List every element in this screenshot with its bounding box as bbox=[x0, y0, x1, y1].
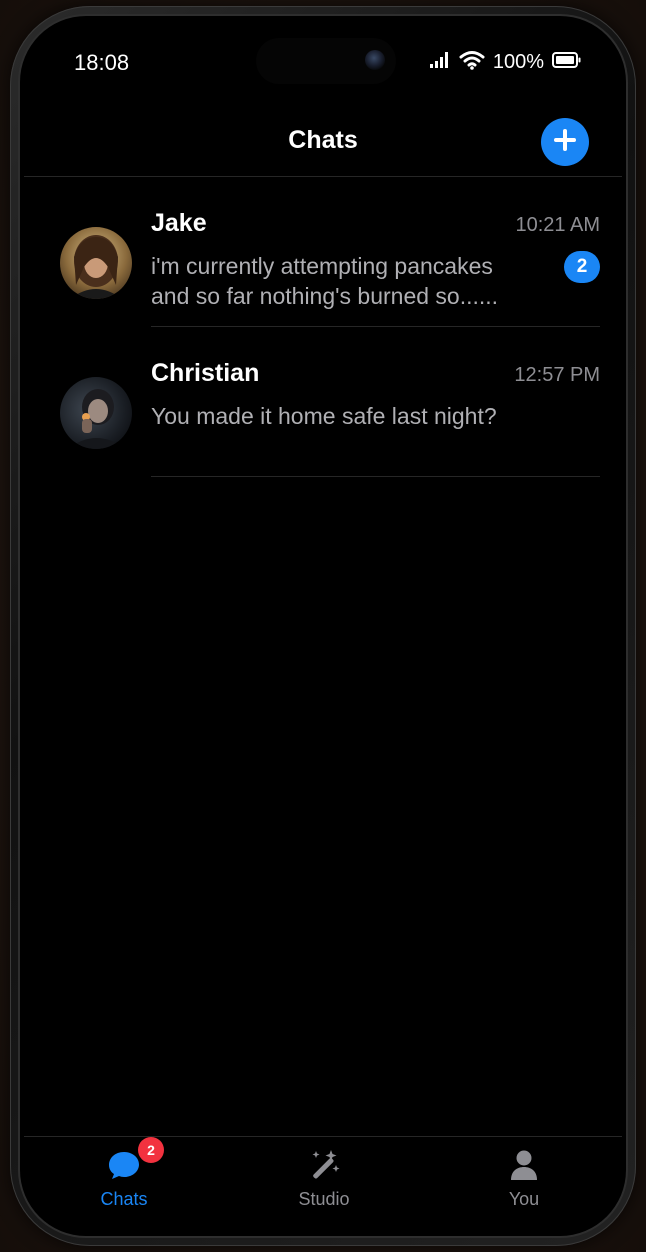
chats-header: Chats bbox=[24, 108, 622, 177]
row-divider bbox=[151, 476, 600, 477]
status-time: 18:08 bbox=[74, 50, 130, 75]
chat-list: Jake 10:21 AM i'm currently attempting p… bbox=[24, 177, 622, 477]
signal-icon bbox=[429, 51, 451, 74]
status-indicators: 100% bbox=[429, 50, 582, 75]
page-title: Chats bbox=[288, 126, 358, 154]
unread-badge: 2 bbox=[564, 251, 600, 283]
plus-icon bbox=[552, 127, 578, 158]
person-icon bbox=[506, 1147, 542, 1183]
chat-bubble-icon bbox=[106, 1147, 142, 1183]
magic-wand-icon bbox=[306, 1147, 342, 1183]
chat-name: Jake bbox=[151, 209, 207, 237]
front-camera bbox=[365, 50, 385, 70]
avatar bbox=[60, 227, 132, 299]
tab-label: You bbox=[508, 1189, 540, 1209]
tab-label: Studio bbox=[298, 1189, 350, 1209]
chat-preview: You made it home safe last night? bbox=[151, 403, 497, 429]
battery-icon bbox=[552, 51, 582, 74]
chat-time: 12:57 PM bbox=[514, 364, 600, 386]
chat-row-jake[interactable]: Jake 10:21 AM i'm currently attempting p… bbox=[24, 177, 622, 327]
new-chat-button[interactable] bbox=[541, 118, 589, 166]
battery-percent: 100% bbox=[492, 51, 544, 73]
chat-row-christian[interactable]: Christian 12:57 PM You made it home safe… bbox=[24, 327, 622, 477]
tab-you[interactable]: You bbox=[444, 1137, 604, 1217]
chat-name: Christian bbox=[151, 359, 260, 387]
tab-studio[interactable]: Studio bbox=[244, 1137, 404, 1217]
avatar bbox=[60, 377, 132, 449]
tab-label: Chats bbox=[100, 1189, 148, 1209]
tab-bar: 2 Chats Studio You bbox=[24, 1136, 622, 1224]
app-screen: 18:08 100% Chats Jake 10:21 AM i'm curre… bbox=[24, 20, 622, 1224]
chat-preview: i'm currently attempting pancakes and so… bbox=[151, 253, 499, 309]
wifi-icon bbox=[459, 50, 485, 75]
tab-badge: 2 bbox=[138, 1137, 164, 1163]
tab-chats[interactable]: 2 Chats bbox=[44, 1137, 204, 1217]
chat-time: 10:21 AM bbox=[515, 214, 600, 236]
